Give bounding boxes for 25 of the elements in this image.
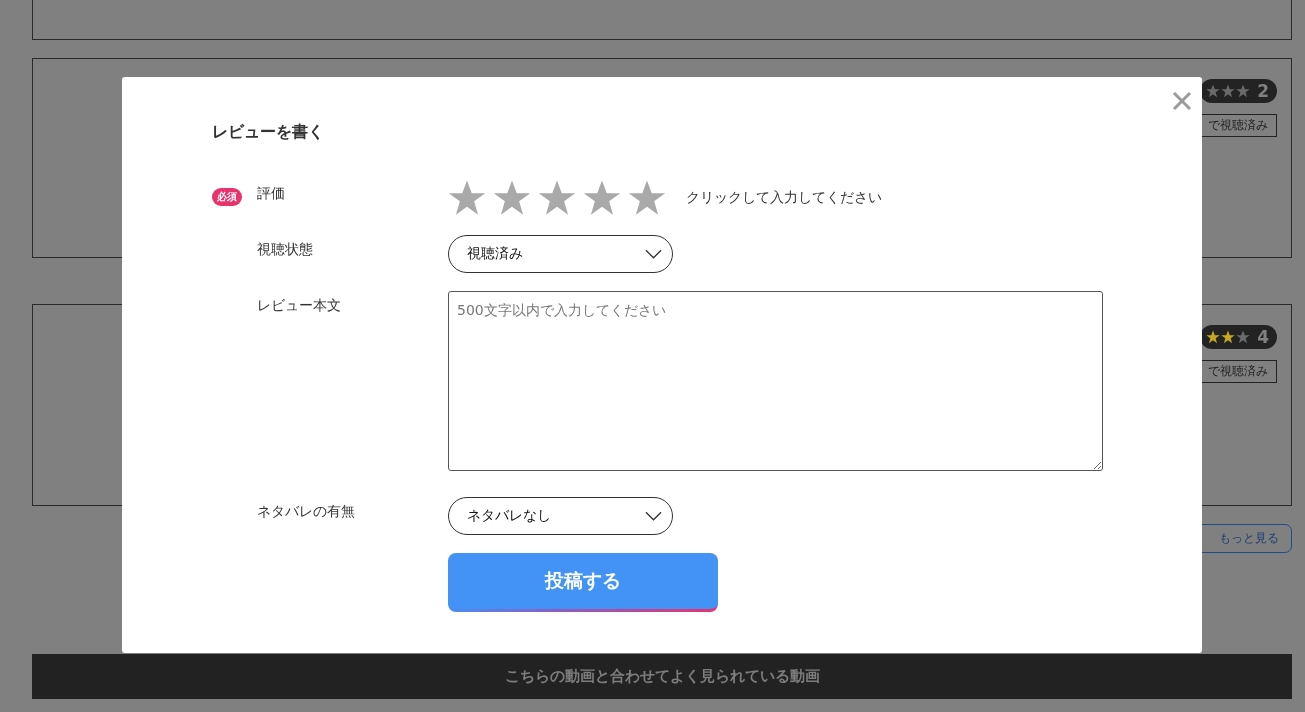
star-icon[interactable]: [628, 179, 666, 217]
star-icon: [1206, 330, 1221, 344]
star-icon: [1236, 330, 1251, 344]
star-icon[interactable]: [583, 179, 621, 217]
star-icon: [1221, 330, 1236, 344]
star-icon[interactable]: [493, 179, 531, 217]
review-text-field[interactable]: 500文字以内で入力してください: [448, 291, 1103, 471]
rating-value: 4: [1257, 327, 1269, 347]
star-icon[interactable]: [448, 179, 486, 217]
field-label: レビュー本文: [257, 296, 342, 315]
chevron-down-icon: [645, 511, 662, 521]
field-label: ネタバレの有無: [257, 502, 356, 521]
star-icon: [1206, 84, 1221, 98]
chevron-down-icon: [645, 249, 662, 259]
star-icon: [1221, 84, 1236, 98]
rating-hint: クリックして入力してください: [686, 189, 882, 207]
required-badge: 必須: [212, 188, 242, 206]
star-icon: [1236, 84, 1251, 98]
rating-value: 2: [1257, 81, 1269, 101]
field-label: 評価: [257, 184, 286, 203]
close-icon[interactable]: [1172, 91, 1192, 111]
star-icon[interactable]: [538, 179, 576, 217]
field-label: 視聴状態: [257, 240, 314, 259]
dialog-title: レビューを書く: [212, 122, 325, 143]
section-title: こちらの動画と合わせてよく見られている動画: [504, 667, 820, 686]
